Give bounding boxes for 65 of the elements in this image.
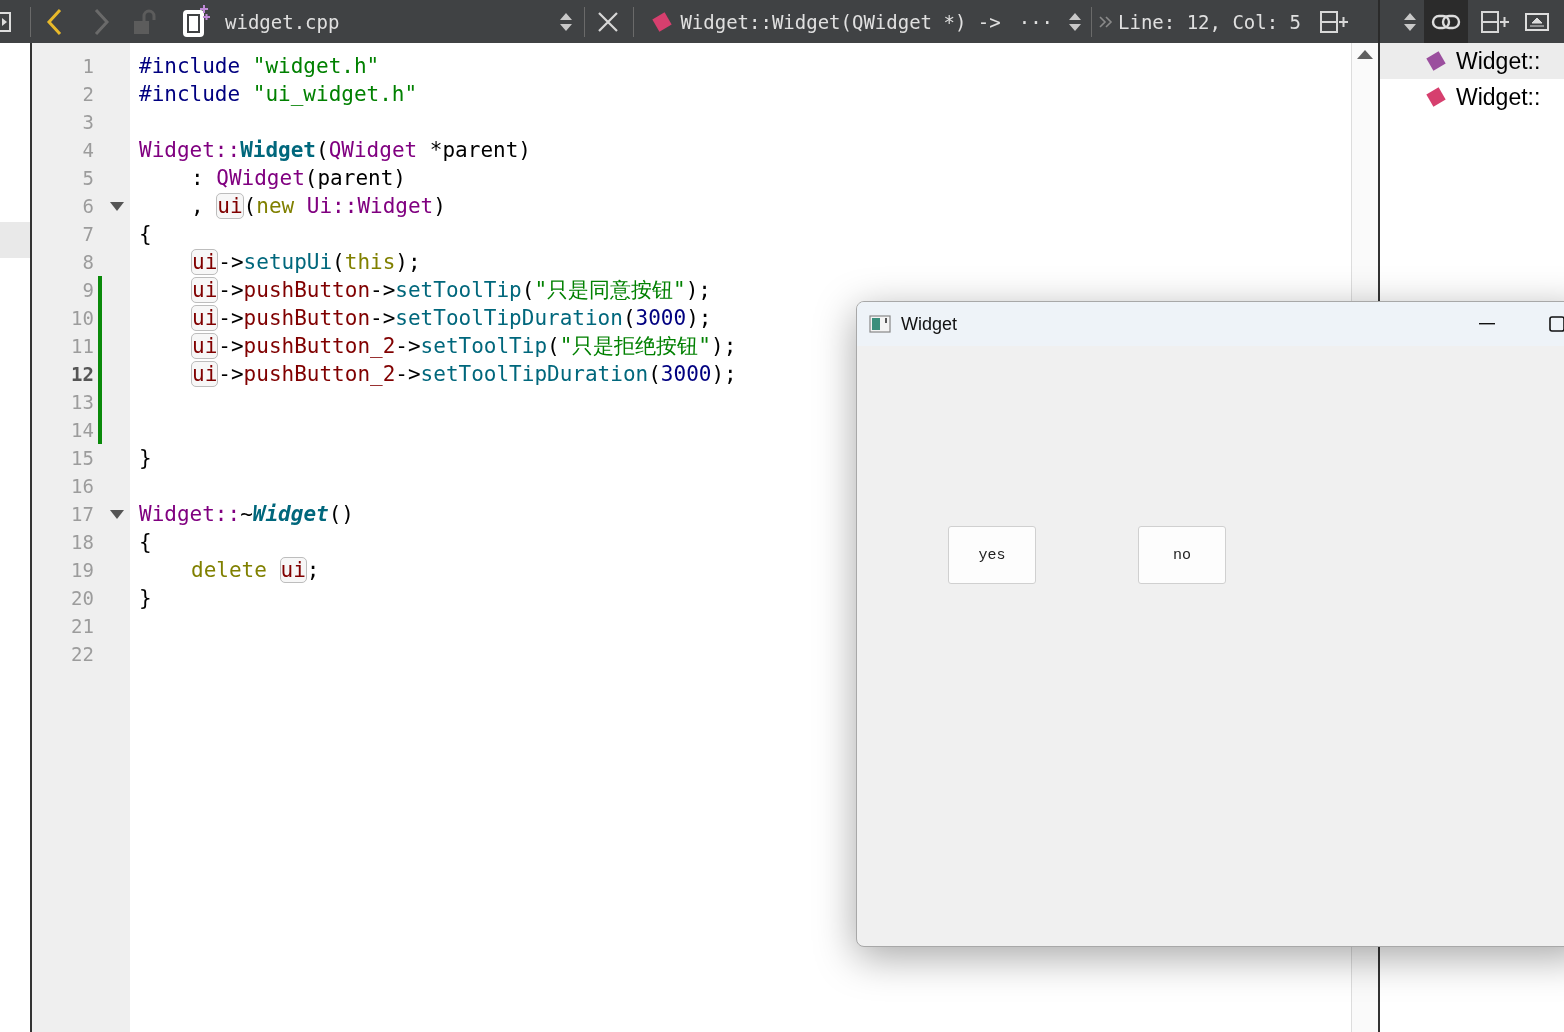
outline-item[interactable]: Widget:: <box>1380 79 1564 115</box>
outline-label: Widget:: <box>1456 83 1541 111</box>
line-number: 13 <box>70 391 94 413</box>
file-name[interactable]: widget.cpp <box>225 10 340 33</box>
line-number: 1 <box>81 55 94 77</box>
code-line: } <box>139 445 152 472</box>
split-add-icon[interactable] <box>1319 9 1350 34</box>
document-icon <box>181 4 211 39</box>
line-number: 4 <box>81 139 94 161</box>
double-chevron-icon[interactable] <box>1098 13 1114 30</box>
window-icon <box>869 315 891 333</box>
line-number: 19 <box>70 559 94 581</box>
line-number: 20 <box>70 587 94 609</box>
push-button[interactable]: no <box>1138 526 1226 584</box>
minimize-icon[interactable] <box>1479 323 1495 325</box>
code-line: Widget::Widget(QWidget *parent) <box>139 137 531 164</box>
line-number: 21 <box>70 615 94 637</box>
line-number: 11 <box>70 335 94 357</box>
code-line: ui->setupUi(this); <box>191 248 421 276</box>
cursor-position[interactable]: Line: 12, Col: 5 <box>1118 10 1302 33</box>
fold-arrow-icon[interactable] <box>110 201 124 211</box>
code-line: ui->pushButton->setToolTip("只是同意按钮"); <box>191 276 711 304</box>
line-number: 3 <box>81 111 94 133</box>
line-number: 8 <box>81 251 94 273</box>
line-number: 14 <box>70 419 94 441</box>
link-button[interactable] <box>1424 0 1468 43</box>
panel-toggle-icon[interactable] <box>0 11 12 32</box>
outline-label: Widget:: <box>1456 47 1541 75</box>
code-line: #include "widget.h" <box>139 53 380 80</box>
panel-icon[interactable] <box>1524 10 1550 33</box>
window-title: Widget <box>901 313 959 335</box>
code-line: ui->pushButton_2->setToolTip("只是拒绝按钮"); <box>191 332 737 360</box>
scroll-up-icon[interactable] <box>1357 49 1373 59</box>
symbol-selector[interactable]: Widget::Widget(QWidget *) -> <box>680 10 1001 33</box>
code-line: ui->pushButton->setToolTipDuration(3000); <box>191 304 712 332</box>
code-line: { <box>139 221 152 248</box>
code-line: , ui(new Ui::Widget) <box>191 192 446 220</box>
line-number: 16 <box>70 475 94 497</box>
split-add-icon[interactable] <box>1480 9 1510 34</box>
fold-arrow-icon[interactable] <box>110 509 124 519</box>
line-number: 18 <box>70 531 94 553</box>
code-line: #include "ui_widget.h" <box>139 81 418 108</box>
code-line: : QWidget(parent) <box>191 165 406 192</box>
code-line: } <box>139 585 152 612</box>
row-highlight <box>0 222 30 258</box>
maximize-icon[interactable] <box>1549 316 1564 332</box>
line-number: 2 <box>81 83 94 105</box>
code-line: Widget::~Widget() <box>139 501 354 528</box>
code-line: delete ui; <box>191 556 320 584</box>
code-line: { <box>139 529 152 556</box>
line-number: 22 <box>70 643 94 665</box>
line-number: 10 <box>70 307 94 329</box>
outline-item[interactable]: Widget:: <box>1380 43 1564 79</box>
push-button[interactable]: yes <box>948 526 1036 584</box>
line-number: 12 <box>70 363 94 385</box>
more-symbols[interactable]: ··· <box>1018 10 1053 33</box>
code-line: ui->pushButton_2->setToolTipDuration(3000); <box>191 360 737 388</box>
close-icon[interactable] <box>597 10 620 33</box>
line-number: 7 <box>81 223 94 245</box>
line-number: 9 <box>81 279 94 301</box>
line-number: 15 <box>70 447 94 469</box>
line-number: 5 <box>81 167 94 189</box>
diamond-icon <box>650 9 675 34</box>
line-number: 17 <box>70 503 94 525</box>
line-number: 6 <box>81 195 94 217</box>
